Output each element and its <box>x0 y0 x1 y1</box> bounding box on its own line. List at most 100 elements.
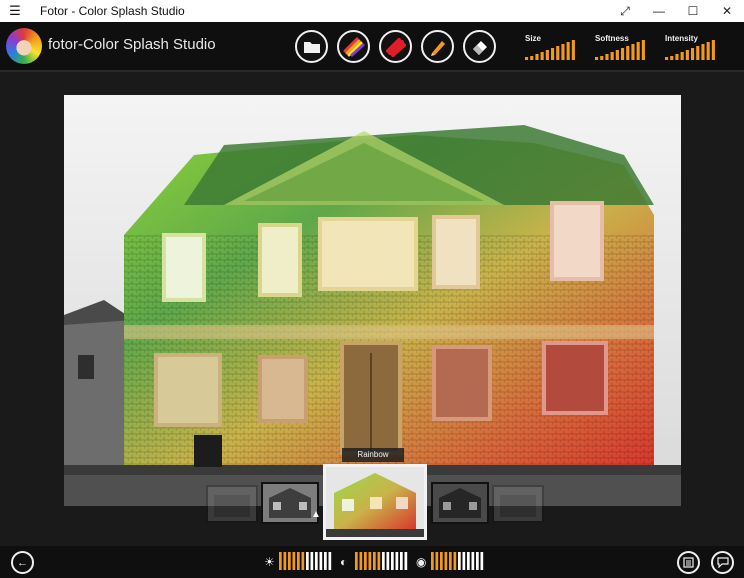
level-bar <box>467 552 470 570</box>
level-bar <box>400 552 403 570</box>
level-bar <box>355 552 358 570</box>
app-title: fotor-Color Splash Studio <box>48 36 216 53</box>
feedback-button[interactable] <box>711 551 734 574</box>
level-bar <box>615 50 619 60</box>
level-bar <box>431 552 434 570</box>
brightness-slider[interactable] <box>279 552 333 570</box>
minimize-button[interactable]: — <box>642 0 676 22</box>
rainbow-brush-button[interactable] <box>337 30 370 63</box>
level-bar <box>444 552 448 570</box>
intensity-level-bars <box>665 40 715 60</box>
mouse-cursor-icon: ▲ <box>311 509 321 520</box>
level-bar <box>571 40 575 60</box>
window-titlebar: ☰ Fotor - Color Splash Studio ⤢ — ☐ ✕ <box>0 0 744 22</box>
level-bar <box>476 552 479 570</box>
photo-canvas[interactable] <box>64 95 681 506</box>
level-bar <box>386 552 390 570</box>
level-bar <box>600 56 604 60</box>
window-title: Fotor - Color Splash Studio <box>40 4 185 18</box>
back-button[interactable]: ← <box>11 551 34 574</box>
level-bar <box>315 552 318 570</box>
level-bar <box>301 552 305 570</box>
thumb-image <box>494 487 542 521</box>
folder-icon <box>303 41 320 53</box>
level-bar <box>395 552 399 570</box>
level-bar <box>621 48 625 60</box>
menu-icon[interactable]: ☰ <box>0 0 30 22</box>
level-bar <box>364 552 367 570</box>
level-bar <box>373 552 376 570</box>
save-button[interactable] <box>677 551 700 574</box>
level-bar <box>440 552 443 570</box>
close-button[interactable]: ✕ <box>710 0 744 22</box>
level-bar <box>453 552 457 570</box>
contrast-slider[interactable] <box>355 552 409 570</box>
fullscreen-button[interactable]: ⤢ <box>608 0 642 22</box>
level-bar <box>310 552 314 570</box>
level-bar <box>530 56 534 60</box>
level-bar <box>279 552 282 570</box>
level-bar <box>626 46 630 60</box>
level-bar <box>368 552 372 570</box>
selected-filter-label: Rainbow <box>342 448 404 462</box>
level-bar <box>675 54 679 60</box>
level-bar <box>283 552 287 570</box>
window-controls: ⤢ — ☐ ✕ <box>608 0 744 22</box>
thumb-image <box>326 467 424 537</box>
eraser-button[interactable] <box>463 30 496 63</box>
level-bar <box>471 552 475 570</box>
level-bar <box>605 54 609 60</box>
softness-level-bars <box>595 40 645 60</box>
level-bar <box>297 552 300 570</box>
red-brush-button[interactable] <box>379 30 412 63</box>
level-bar <box>711 40 715 60</box>
filter-thumb-dark[interactable] <box>431 482 489 524</box>
editor-workspace: Rainbow ▲ <box>0 72 744 546</box>
arrow-left-icon: ← <box>17 556 28 569</box>
level-bar <box>435 552 439 570</box>
filter-thumb-faded-left[interactable] <box>206 485 258 523</box>
pencil-button[interactable] <box>421 30 454 63</box>
saturation-slider[interactable] <box>431 552 485 570</box>
level-bar <box>306 552 309 570</box>
rainbow-brush-icon <box>343 37 364 56</box>
speech-bubble-icon <box>716 557 729 568</box>
level-bar <box>382 552 385 570</box>
level-bar <box>480 552 484 570</box>
level-bar <box>566 42 570 60</box>
level-bar <box>631 44 635 60</box>
filter-thumb-rainbow[interactable] <box>323 464 427 540</box>
level-bar <box>449 552 452 570</box>
level-bar <box>540 52 544 60</box>
thumb-image <box>263 484 317 522</box>
level-bar <box>525 57 529 60</box>
contrast-icon: ◐ <box>340 555 348 569</box>
level-bar <box>670 56 674 60</box>
app-toolbar: fotor-Color Splash Studio Size Softness … <box>0 22 744 72</box>
saturation-icon: ◉ <box>416 555 427 569</box>
level-bar <box>551 48 555 60</box>
red-brush-icon <box>385 37 406 57</box>
size-level-bars <box>525 40 575 60</box>
level-bar <box>561 44 565 60</box>
level-bar <box>458 552 461 570</box>
level-bar <box>595 57 599 60</box>
filter-thumb-faded-right[interactable] <box>492 485 544 523</box>
level-bar <box>359 552 363 570</box>
level-bar <box>391 552 394 570</box>
level-bar <box>328 552 332 570</box>
open-folder-button[interactable] <box>295 30 328 63</box>
level-bar <box>377 552 381 570</box>
level-bar <box>701 44 705 60</box>
level-bar <box>636 42 640 60</box>
level-bar <box>324 552 327 570</box>
bottom-bar: ← ☀ ◐ ◉ <box>0 546 744 578</box>
level-bar <box>462 552 466 570</box>
level-bar <box>288 552 291 570</box>
level-bar <box>545 50 549 60</box>
level-bar <box>292 552 296 570</box>
level-bar <box>665 57 669 60</box>
level-bar <box>535 54 539 60</box>
app-logo-icon <box>6 28 42 64</box>
maximize-button[interactable]: ☐ <box>676 0 710 22</box>
